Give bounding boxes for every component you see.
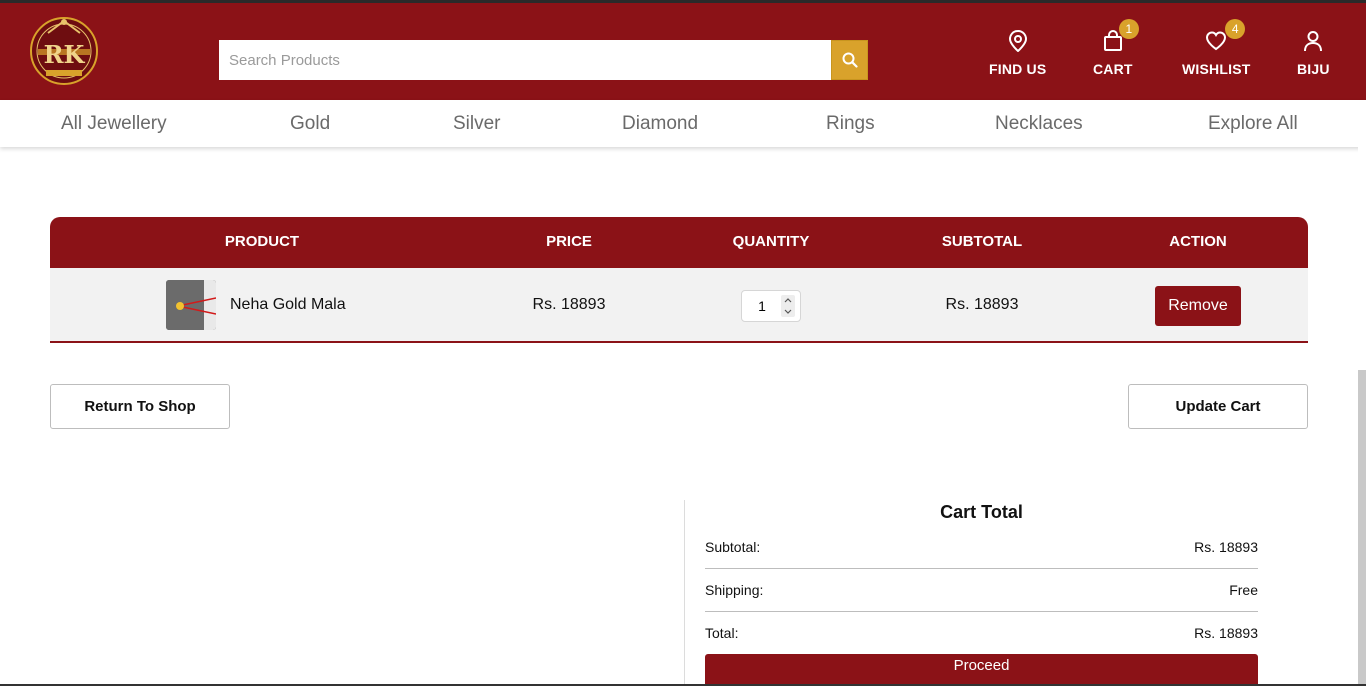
header-quantity: QUANTITY: [732, 233, 810, 250]
product-name[interactable]: Neha Gold Mala: [230, 296, 346, 314]
header-action: ACTION: [1169, 233, 1227, 250]
site-header: RK FIND US 1 CART: [0, 0, 1366, 100]
heart-icon: [1206, 31, 1227, 51]
update-cart-button[interactable]: Update Cart: [1128, 384, 1308, 429]
shipping-value: Free: [1229, 582, 1258, 598]
wishlist-label: WISHLIST: [1182, 61, 1251, 77]
quantity-input[interactable]: [748, 297, 776, 315]
find-us-link[interactable]: FIND US: [989, 29, 1046, 77]
search-input[interactable]: [219, 40, 831, 80]
total-label: Total:: [705, 625, 739, 641]
table-row: Neha Gold Mala Rs. 18893 Rs. 18893 Remov…: [50, 268, 1308, 343]
category-all-jewellery[interactable]: All Jewellery: [61, 113, 167, 135]
quantity-stepper: [741, 290, 801, 322]
cart-total-title: Cart Total: [940, 502, 1023, 522]
account-label: BIJU: [1297, 61, 1330, 77]
subtotal-value: Rs. 18893: [1194, 539, 1258, 555]
cart-label: CART: [1093, 61, 1133, 77]
wishlist-count-badge: 4: [1225, 19, 1246, 39]
svg-text:RK: RK: [44, 40, 86, 69]
product-subtotal: Rs. 18893: [945, 296, 1019, 313]
cart-total-total-row: Total: Rs. 18893: [705, 625, 1258, 641]
search-icon: [842, 52, 858, 68]
cart-total-shipping-row: Shipping: Free: [705, 582, 1258, 598]
category-explore-all[interactable]: Explore All: [1208, 113, 1298, 135]
scrollbar-thumb[interactable]: [1358, 370, 1366, 686]
find-us-label: FIND US: [989, 61, 1047, 77]
return-to-shop-button[interactable]: Return To Shop: [50, 384, 230, 429]
brand-logo[interactable]: RK: [28, 13, 100, 89]
chevron-down-icon[interactable]: [784, 309, 792, 314]
cart-link[interactable]: 1 CART: [1093, 19, 1139, 77]
header-product: PRODUCT: [224, 233, 300, 250]
cart-total-separator: [705, 611, 1258, 612]
category-necklaces[interactable]: Necklaces: [995, 113, 1083, 135]
cart-table-header: PRODUCT PRICE QUANTITY SUBTOTAL ACTION: [50, 217, 1308, 268]
cart-total-divider: [684, 500, 685, 686]
cart-table: PRODUCT PRICE QUANTITY SUBTOTAL ACTION N…: [50, 217, 1308, 343]
total-value: Rs. 18893: [1194, 625, 1258, 641]
header-price: PRICE: [546, 233, 592, 250]
category-silver[interactable]: Silver: [453, 113, 501, 135]
location-pin-icon: [1008, 30, 1027, 52]
user-icon: [1304, 31, 1323, 52]
chevron-up-icon[interactable]: [784, 298, 792, 303]
search-bar: [219, 40, 868, 80]
subtotal-label: Subtotal:: [705, 539, 761, 555]
wishlist-link[interactable]: 4 WISHLIST: [1182, 19, 1251, 77]
category-diamond[interactable]: Diamond: [622, 113, 698, 135]
proceed-button[interactable]: Proceed: [705, 654, 1258, 686]
category-gold[interactable]: Gold: [290, 113, 330, 135]
account-link[interactable]: BIJU: [1297, 29, 1330, 77]
product-price: Rs. 18893: [532, 296, 606, 313]
cart-count-badge: 1: [1118, 19, 1139, 39]
header-subtotal: SUBTOTAL: [941, 233, 1023, 250]
search-button[interactable]: [831, 40, 868, 80]
cart-total-subtotal-row: Subtotal: Rs. 18893: [705, 539, 1258, 555]
category-rings[interactable]: Rings: [826, 113, 875, 135]
category-nav: All Jewellery Gold Silver Diamond Rings …: [0, 100, 1366, 147]
remove-button[interactable]: Remove: [1155, 286, 1241, 326]
product-thumbnail[interactable]: [166, 280, 216, 330]
quantity-spinner[interactable]: [781, 295, 795, 317]
shipping-label: Shipping:: [705, 582, 764, 598]
cart-total-separator: [705, 568, 1258, 569]
